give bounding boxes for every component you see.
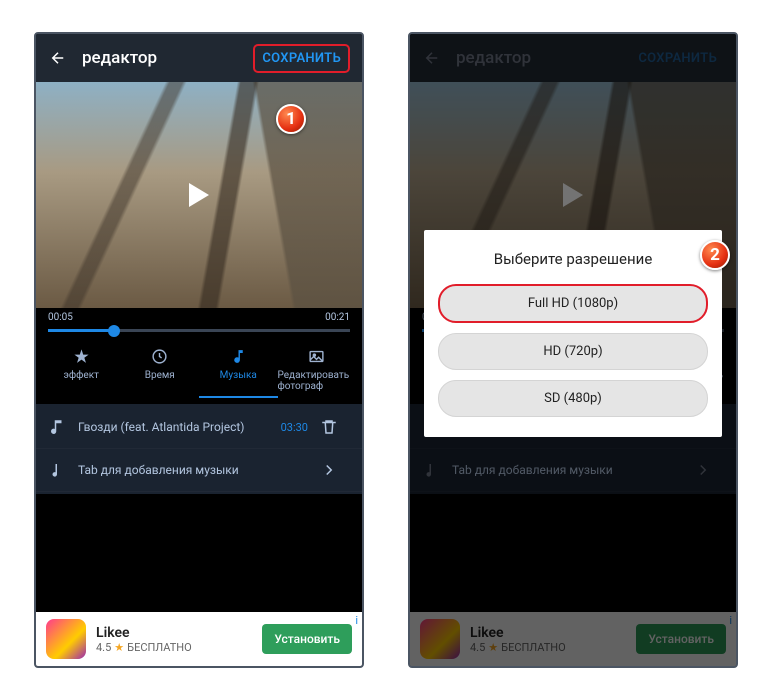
track-name: Гвозди (feat. Atlantida Project) [78, 420, 281, 434]
add-music-label: Tab для добавления музыки [78, 463, 320, 477]
header: редактор СОХРАНИТЬ [36, 34, 362, 82]
scrubber[interactable] [48, 329, 350, 332]
chevron-right-icon [320, 461, 338, 479]
delete-icon[interactable] [320, 418, 338, 436]
music-note-icon [48, 418, 66, 436]
play-icon[interactable] [189, 183, 209, 207]
ad-app-name: Likee [96, 625, 262, 641]
tab-music[interactable]: Музыка [199, 342, 278, 398]
add-music-row[interactable]: Tab для добавления музыки [36, 449, 362, 492]
step-badge-2: 2 [700, 240, 730, 270]
phone-right: редактор СОХРАНИТЬ 00:05 00:21 эффект Вр… [408, 32, 738, 668]
timeline: 00:05 00:21 [36, 308, 362, 332]
resolution-modal: Выберите разрешение Full HD (1080p) HD (… [424, 230, 722, 437]
ad-app-meta: 4.5★БЕСПЛАТНО [96, 641, 262, 654]
music-note-icon [48, 461, 66, 479]
tabs: эффект Время Музыка Редактировать фотогр… [36, 342, 362, 404]
tab-photo[interactable]: Редактировать фотограф [278, 342, 357, 398]
tab-effect[interactable]: эффект [42, 342, 121, 398]
video-preview[interactable] [36, 82, 362, 308]
scrubber-thumb[interactable] [108, 325, 120, 337]
ad-info-icon[interactable]: i [355, 614, 358, 627]
save-button[interactable]: СОХРАНИТЬ [253, 44, 350, 73]
modal-title: Выберите разрешение [438, 250, 708, 268]
step-badge-1: 1 [276, 104, 306, 134]
time-current: 00:05 [48, 312, 73, 323]
phone-left: редактор СОХРАНИТЬ 00:05 00:21 эффект Вр… [34, 32, 364, 668]
ad-app-icon [46, 619, 86, 659]
resolution-option-fullhd[interactable]: Full HD (1080p) [438, 284, 708, 323]
ad-banner[interactable]: i Likee 4.5★БЕСПЛАТНО Установить [36, 612, 362, 666]
header-title: редактор [82, 48, 253, 68]
track-duration: 03:30 [281, 421, 308, 434]
music-list: Гвозди (feat. Atlantida Project) 03:30 T… [36, 404, 362, 494]
tab-time[interactable]: Время [121, 342, 200, 398]
resolution-option-hd[interactable]: HD (720p) [438, 333, 708, 370]
ad-install-button[interactable]: Установить [262, 624, 352, 654]
music-track-row[interactable]: Гвозди (feat. Atlantida Project) 03:30 [36, 406, 362, 449]
back-icon[interactable] [48, 48, 68, 68]
time-total: 00:21 [325, 312, 350, 323]
resolution-option-sd[interactable]: SD (480p) [438, 380, 708, 417]
